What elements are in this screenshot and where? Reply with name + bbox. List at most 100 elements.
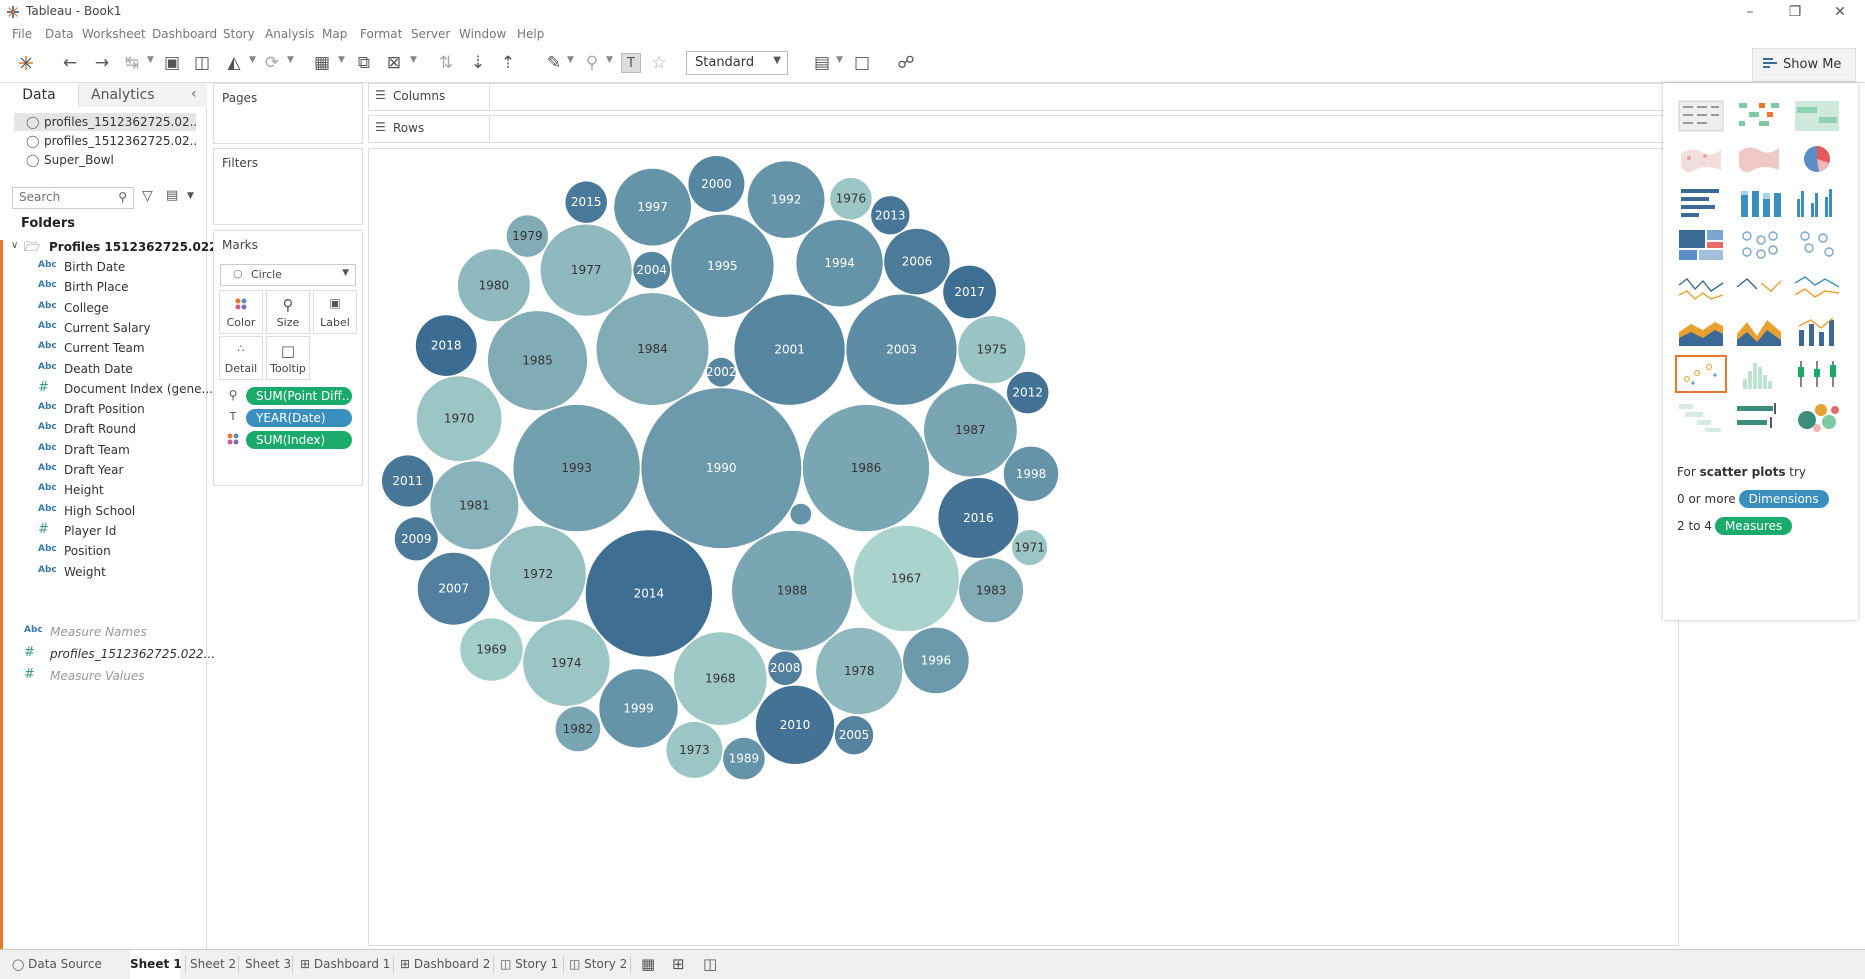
fit-select[interactable]: Standard ▼ [686,51,788,75]
field-item[interactable]: Abc Weight [38,563,198,581]
highlight-caret-icon[interactable]: ▼ [567,55,574,65]
filters-card[interactable]: Filters [213,148,363,225]
columns-shelf[interactable]: ☰ Columns [368,83,1665,111]
detail-button[interactable]: ∴ Detail [219,336,263,380]
field-item[interactable]: Abc Current Salary [38,319,198,337]
tableau-home-icon[interactable] [16,53,36,73]
chart-type-histogram[interactable] [1733,355,1785,393]
field-item[interactable]: Abc Birth Date [38,258,198,276]
label-button[interactable]: ▣ Label [313,290,357,334]
field-item[interactable]: Abc Draft Position [38,400,198,418]
clear-caret-icon[interactable]: ▼ [410,55,417,65]
minimize-button[interactable]: – [1727,0,1773,24]
chart-type-filled-map[interactable] [1733,140,1785,178]
size-button[interactable]: ⚲ Size [266,290,310,334]
field-item[interactable]: Abc Draft Year [38,461,198,479]
menu-dashboard[interactable]: Dashboard [152,27,217,41]
folder-name[interactable]: Profiles 1512362725.022... [49,240,231,254]
refresh-caret-icon[interactable]: ▼ [287,55,294,65]
tab-analytics[interactable]: Analytics [91,83,155,107]
filter-icon[interactable]: ▽ [142,188,153,204]
fix-axes-icon[interactable]: ☆ [649,53,669,73]
new-worksheet-icon[interactable]: ▦ [312,53,332,73]
replay-icon[interactable]: ↹ [122,53,142,73]
share-icon[interactable]: ☍ [896,53,916,73]
chart-type-text-table[interactable] [1675,97,1727,135]
sort-ascending-icon[interactable]: ⇣ [468,53,488,73]
pill-label-dimension[interactable]: YEAR(Date) [246,409,352,427]
tab-dashboard-1[interactable]: ⊞ Dashboard 1 [300,950,390,979]
redo-icon[interactable]: → [92,53,112,73]
menu-data[interactable]: Data [45,27,74,41]
tab-data-source[interactable]: ◯ Data Source [12,950,102,979]
presentation-mode-icon[interactable]: □ [852,53,872,73]
group-caret-icon[interactable]: ▼ [606,55,613,65]
tab-sheet-1[interactable]: Sheet 1 [130,950,182,979]
menu-server[interactable]: Server [411,27,450,41]
chart-type-stacked-bars[interactable] [1733,183,1785,221]
pill-size-measure[interactable]: SUM(Point Diff.. [246,387,352,405]
tab-sheet-3[interactable]: Sheet 3 [245,950,291,979]
highlight-icon[interactable]: ✎ [544,53,564,73]
chart-type-bullet-graph[interactable] [1733,398,1785,436]
chart-type-area-discrete[interactable] [1733,312,1785,350]
search-input[interactable] [13,188,109,206]
tab-sheet-2[interactable]: Sheet 2 [190,950,236,979]
close-button[interactable]: ✕ [1817,0,1863,24]
datasource-item[interactable]: ◯ Super_Bowl [14,151,196,169]
packed-bubble-chart[interactable]: 1990 1986 1993 2014 1988 1984 2001 2003 1967 1995… [368,148,1128,944]
field-item[interactable]: Abc High School [38,502,198,520]
swap-icon[interactable]: ⇅ [436,53,456,73]
new-worksheet-caret-icon[interactable]: ▼ [338,55,345,65]
menu-help[interactable]: Help [517,27,544,41]
show-mark-labels-icon[interactable]: T [621,53,641,73]
chart-type-packed-bubbles[interactable] [1791,398,1843,436]
restore-button[interactable]: ❐ [1772,0,1818,24]
datasource-item[interactable]: ◯ profiles_1512362725.02... [14,113,196,131]
show-cards-caret-icon[interactable]: ▼ [836,55,843,65]
chart-type-gantt-chart[interactable] [1675,398,1727,436]
chevron-down-icon[interactable]: ∨ [11,240,18,251]
chart-type-lines-discrete[interactable] [1733,269,1785,307]
field-item[interactable]: Abc College [38,299,198,317]
new-datasource-icon[interactable]: ◫ [192,53,212,73]
chart-type-pie-chart[interactable] [1791,140,1843,178]
bubble-mark[interactable] [790,503,812,525]
pill-color-measure[interactable]: SUM(Index) [246,431,352,449]
field-item[interactable]: Abc Birth Place [38,278,198,296]
field-item[interactable]: Abc Position [38,542,198,560]
group-icon[interactable]: ⚲ [582,53,602,73]
replay-caret-icon[interactable]: ▼ [147,55,154,65]
pause-updates-icon[interactable]: ◭ [224,53,244,73]
tab-dashboard-2[interactable]: ⊞ Dashboard 2 [400,950,490,979]
view-list-icon[interactable]: ▤ [166,188,178,203]
chart-type-lines-continuous[interactable] [1675,269,1727,307]
new-dashboard-icon[interactable]: ⊞ [672,950,685,979]
field-item[interactable]: Abc Current Team [38,339,198,357]
tooltip-button[interactable]: □ Tooltip [266,336,310,380]
new-story-icon[interactable]: ◫ [703,950,717,979]
show-me-button[interactable]: Show Me [1752,48,1856,82]
save-icon[interactable]: ▣ [162,53,182,73]
color-button[interactable]: Color [219,290,263,334]
chart-type-box-and-whisker[interactable] [1791,355,1843,393]
duplicate-sheet-icon[interactable]: ⧉ [354,53,374,73]
menu-window[interactable]: Window [459,27,506,41]
menu-worksheet[interactable]: Worksheet [82,27,146,41]
menu-map[interactable]: Map [322,27,347,41]
menu-file[interactable]: File [12,27,32,41]
tab-story-2[interactable]: ◫ Story 2 [569,950,627,979]
measure-field-item[interactable]: Abc Measure Names [24,623,184,641]
field-item[interactable]: Abc Draft Team [38,441,198,459]
field-item[interactable]: Abc Height [38,481,198,499]
chart-type-dual-combination[interactable] [1791,312,1843,350]
field-item[interactable]: # Player Id [38,522,198,540]
chart-type-treemap[interactable] [1675,226,1727,264]
menu-analysis[interactable]: Analysis [265,27,314,41]
chart-type-horizontal-bars[interactable] [1675,183,1727,221]
tab-data[interactable]: Data [0,83,78,107]
pages-card[interactable]: Pages [213,83,363,144]
chart-type-scatter-plot[interactable] [1675,355,1727,393]
refresh-icon[interactable]: ⟳ [262,53,282,73]
sort-descending-icon[interactable]: ⇡ [498,53,518,73]
